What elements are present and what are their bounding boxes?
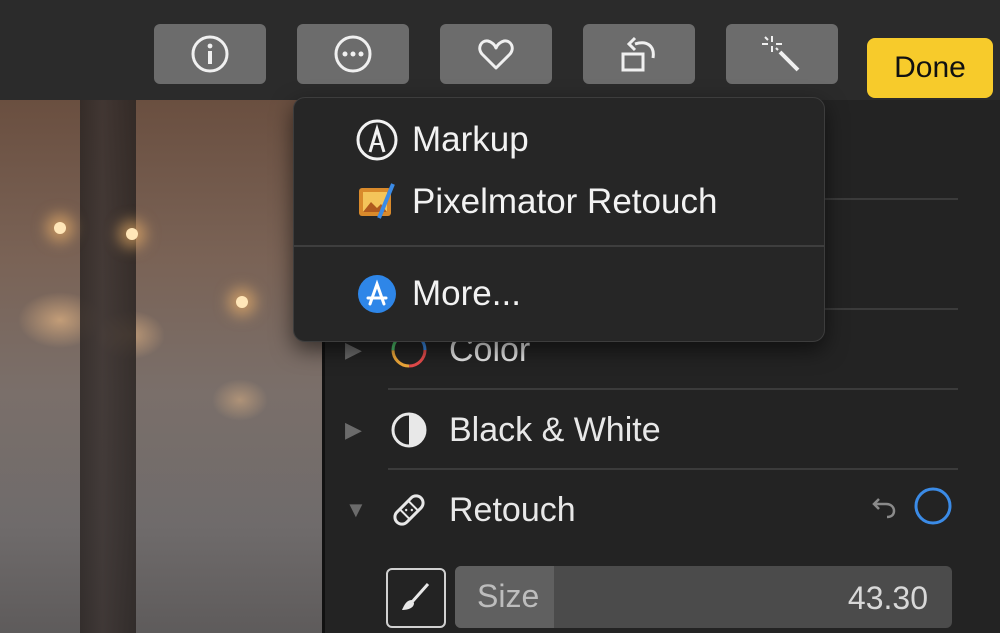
brush-tool-button[interactable]: [386, 568, 446, 628]
slider-label: Size: [477, 578, 540, 614]
adjustment-retouch[interactable]: ▼ Retouch: [345, 480, 965, 540]
adjustment-black-white[interactable]: ▶ Black & White: [345, 400, 965, 460]
info-icon: [188, 32, 232, 76]
revert-icon[interactable]: [869, 491, 899, 530]
slider-value: 43.30: [847, 580, 928, 616]
toolbar: Done: [0, 0, 1000, 100]
divider: [388, 388, 958, 390]
toggle-circle-icon[interactable]: [911, 484, 955, 537]
auto-enhance-button[interactable]: [726, 24, 838, 84]
photo-preview: [0, 100, 322, 633]
menu-item-label: Markup: [412, 120, 529, 159]
menu-item-pixelmator-retouch[interactable]: Pixelmator Retouch: [354, 174, 804, 230]
info-button[interactable]: [154, 24, 266, 84]
menu-item-label: Pixelmator Retouch: [412, 182, 718, 221]
size-slider[interactable]: Size 43.30: [455, 566, 952, 628]
divider: [388, 468, 958, 470]
adjustment-label: Retouch: [449, 490, 576, 529]
more-options-menu: Markup Pixelmator Retouch More...: [293, 97, 825, 342]
disclosure-triangle-icon[interactable]: ▶: [345, 417, 373, 443]
rotate-button[interactable]: [583, 24, 695, 84]
rotate-icon: [615, 30, 663, 78]
menu-item-more[interactable]: More...: [354, 266, 804, 322]
pixelmator-icon: [354, 179, 400, 225]
more-options-icon: [331, 32, 375, 76]
heart-icon: [474, 32, 518, 76]
brush-icon: [396, 576, 436, 621]
half-circle-icon: [387, 408, 431, 452]
adjustment-label: Black & White: [449, 410, 661, 449]
disclosure-triangle-icon[interactable]: ▼: [345, 497, 373, 523]
menu-item-label: More...: [412, 274, 521, 313]
app-store-icon: [354, 271, 400, 317]
more-options-button[interactable]: [297, 24, 409, 84]
bandage-icon: [387, 488, 431, 532]
favorite-button[interactable]: [440, 24, 552, 84]
magic-wand-icon: [758, 30, 806, 78]
done-button[interactable]: Done: [867, 38, 993, 98]
menu-item-markup[interactable]: Markup: [354, 112, 804, 168]
menu-separator: [294, 245, 824, 247]
markup-icon: [354, 117, 400, 163]
